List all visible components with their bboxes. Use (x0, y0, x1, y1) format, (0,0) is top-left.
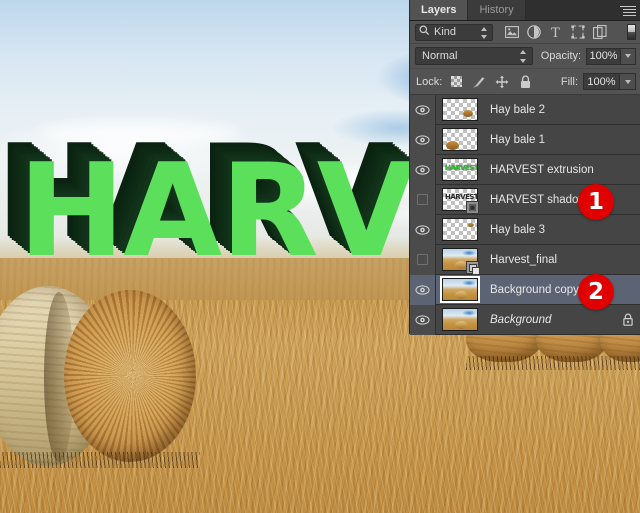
layer-name[interactable]: Hay bale 1 (484, 134, 640, 146)
visibility-toggle[interactable] (410, 304, 436, 335)
layer-row-harvest-extrusion[interactable]: HARVEST HARVEST extrusion (410, 154, 640, 185)
filter-pixel-layers-icon[interactable] (504, 25, 519, 40)
fill-dropdown-arrow[interactable] (620, 73, 636, 90)
lock-all-icon[interactable] (518, 74, 532, 89)
layer-thumbnail: HARVEST (442, 158, 478, 181)
visibility-toggle[interactable] (410, 244, 436, 275)
tab-history[interactable]: History (468, 0, 526, 20)
layer-thumbnail (442, 98, 478, 121)
layer-thumbnail-cell[interactable] (436, 305, 484, 335)
tab-layers[interactable]: Layers (410, 0, 469, 20)
layer-name[interactable]: HARVEST extrusion (484, 164, 640, 176)
hay-bale-foreground (0, 286, 196, 468)
blend-opacity-row: Normal Opacity: 100% (410, 44, 640, 69)
opacity-input[interactable]: 100% (586, 47, 621, 65)
fill-label: Fill: (560, 75, 578, 88)
eye-hidden-icon (417, 194, 428, 205)
blend-mode-select[interactable]: Normal (415, 47, 533, 65)
callout-badge-1: 1 (578, 184, 614, 220)
eye-visible-icon (415, 224, 430, 235)
search-icon (419, 25, 430, 39)
bale-fringe (0, 452, 200, 468)
eye-visible-icon (415, 284, 430, 295)
filter-kind-select[interactable]: Kind (415, 23, 493, 41)
visibility-toggle[interactable] (410, 154, 436, 185)
layer-row-hay-bale-1[interactable]: Hay bale 1 (410, 124, 640, 155)
stepper-updown-icon[interactable] (519, 50, 527, 63)
layer-thumbnail-cell[interactable] (436, 245, 484, 275)
lock-label: Lock: (416, 75, 443, 88)
eye-visible-icon (415, 314, 430, 325)
screenshot-root: HARV Layers History Kind T Normal Opacit… (0, 0, 640, 513)
layer-locked-icon (616, 313, 640, 326)
visibility-toggle[interactable] (410, 214, 436, 245)
eye-hidden-icon (417, 254, 428, 265)
lock-position-icon[interactable] (495, 75, 509, 89)
visibility-toggle[interactable] (410, 124, 436, 155)
bale-fringe (466, 356, 640, 370)
stepper-updown-icon[interactable] (481, 26, 488, 39)
lock-image-pixels-icon[interactable] (472, 75, 486, 89)
filter-enable-toggle[interactable] (627, 24, 636, 40)
filter-type-layers-icon[interactable]: T (548, 25, 563, 40)
bale-face (64, 290, 196, 462)
layer-thumbnail (442, 128, 478, 151)
layer-thumbnail-cell[interactable] (436, 125, 484, 155)
layer-thumbnail-cell[interactable] (436, 275, 484, 305)
layer-thumbnail-cell[interactable] (436, 95, 484, 125)
layer-thumbnail-cell[interactable] (436, 215, 484, 245)
fill-input[interactable]: 100% (583, 73, 620, 90)
lock-fill-row: Lock: Fill: 100% (410, 69, 640, 95)
layer-name[interactable]: Hay bale 3 (484, 224, 640, 236)
lock-options (449, 74, 532, 89)
layer-filter-row: Kind T (410, 21, 640, 44)
eye-visible-icon (415, 134, 430, 145)
filter-adjustment-layers-icon[interactable] (526, 25, 541, 40)
callout-badge-2: 2 (578, 274, 614, 310)
layer-name[interactable]: Harvest_final (484, 254, 640, 266)
blend-mode-value: Normal (422, 50, 458, 62)
panel-menu-icon[interactable] (620, 4, 636, 17)
visibility-toggle[interactable] (410, 184, 436, 215)
visibility-toggle[interactable] (410, 274, 436, 305)
smart-object-badge-icon (466, 260, 480, 275)
opacity-dropdown-arrow[interactable] (620, 47, 636, 65)
eye-visible-icon (415, 164, 430, 175)
layer-name[interactable]: Hay bale 2 (484, 104, 640, 116)
filter-shape-layers-icon[interactable] (570, 25, 585, 40)
layer-name[interactable]: Background (484, 314, 616, 326)
layer-row-background[interactable]: Background (410, 304, 640, 335)
filter-kind-label: Kind (434, 26, 457, 38)
layer-thumbnail (442, 218, 478, 241)
lock-transparent-pixels-icon[interactable] (449, 75, 463, 89)
filter-smart-object-icon[interactable] (592, 25, 607, 40)
thumbnail-text: HARVEST (445, 164, 478, 172)
layer-row-hay-bale-2[interactable]: Hay bale 2 (410, 94, 640, 125)
visibility-toggle[interactable] (410, 94, 436, 125)
panel-tab-bar: Layers History (410, 0, 640, 21)
layer-name[interactable]: Background copy (484, 284, 640, 296)
opacity-label: Opacity: (540, 50, 582, 62)
layer-thumbnail (440, 276, 480, 303)
layer-thumbnail-cell[interactable]: HARVEST (436, 155, 484, 185)
layer-row-harvest-final[interactable]: Harvest_final (410, 244, 640, 275)
eye-visible-icon (415, 104, 430, 115)
filter-type-icons: T (504, 25, 607, 40)
svg-text:T: T (551, 26, 560, 39)
layer-thumbnail-cell[interactable]: HARVEST ▣ (436, 185, 484, 215)
layer-thumbnail (442, 308, 478, 331)
harvest-3d-text: HARV (18, 137, 416, 286)
layer-name[interactable]: HARVEST shadow (484, 194, 640, 206)
3d-layer-badge-icon: ▣ (466, 200, 479, 214)
layer-row-hay-bale-3[interactable]: Hay bale 3 (410, 214, 640, 245)
